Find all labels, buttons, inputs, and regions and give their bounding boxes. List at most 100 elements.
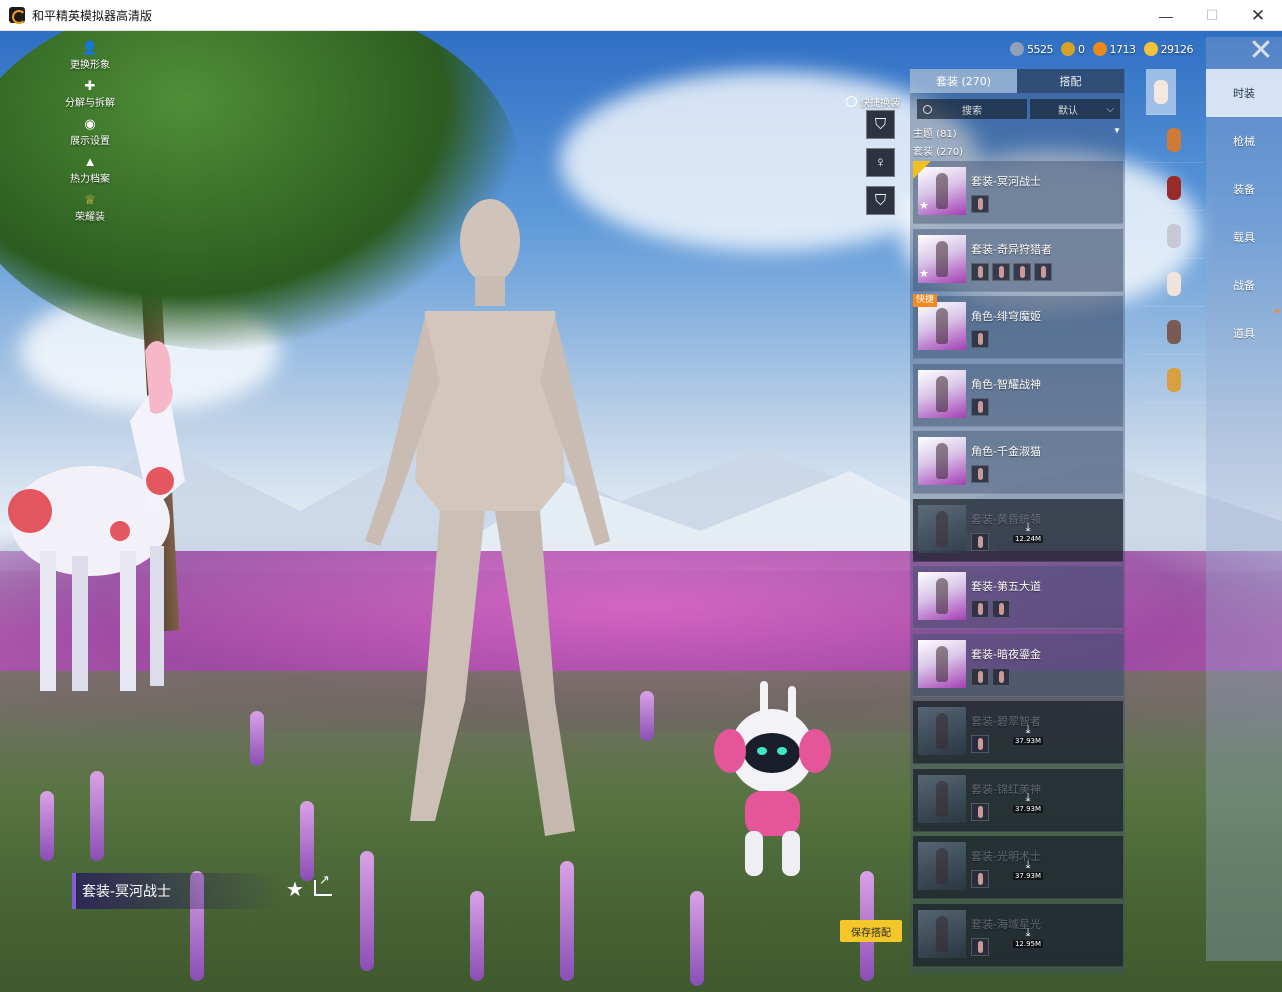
favorite-star-icon[interactable]: ★ [286,877,304,902]
outfit-parts [971,802,992,821]
slot-tab[interactable] [1143,357,1205,403]
outfit-list-item[interactable]: 套装-暗夜鎏金 [913,633,1123,697]
change-appearance-button[interactable]: 👤 更换形象 [58,37,122,75]
slot-tab[interactable] [1143,165,1205,211]
download-button[interactable]: ⤓ 12.24M [1008,522,1048,547]
flower [640,691,654,741]
outfit-list-item[interactable]: 套装-光明术士 ⤓ 37.93M [913,836,1123,899]
minimize-button[interactable]: — [1143,0,1189,31]
outfit-part-thumbnail [971,532,989,551]
category-firearms[interactable]: 枪械 [1206,117,1282,165]
expand-arrow-icon[interactable]: ▼ [1113,126,1121,135]
outfit-thumbnail [918,504,966,553]
outfit-list-item[interactable]: 套装-海域星光 ⤓ 12.95M [913,903,1123,967]
flower [40,791,54,861]
armor-slot-icon [1167,319,1181,344]
quick-outfit-slot-1[interactable]: ⛉ [866,110,895,139]
display-settings-button[interactable]: ◉ 展示设置 [58,113,122,151]
outfit-thumbnail [918,842,966,890]
flower [360,851,374,971]
current-outfit-tag: 套装-冥河战士 [72,873,282,909]
close-window-button[interactable]: ✕ [1235,0,1281,31]
quick-outfit-slot-3[interactable]: ⛉ [866,186,895,215]
outfit-list-item[interactable]: ★ 套装-奇异狩猎者 [913,228,1123,292]
outfit-list-item[interactable]: 套装-第五大道 [913,566,1123,629]
orange-token-icon [1092,42,1107,56]
helmet-slot-icon [1167,223,1181,248]
flower [250,711,264,766]
suit-slot-icon [1167,271,1181,296]
download-size: 37.93M [1012,804,1044,813]
tab-outfits[interactable]: 套装 (270) [910,69,1017,93]
outfit-list-item[interactable]: 角色-智耀战神 [913,363,1123,427]
outfit-part-thumbnail [971,397,989,416]
category-combat-prep[interactable]: 战备 [1206,261,1282,309]
outfit-name: 角色-绯穹魔姬 [971,310,1041,323]
category-fashion[interactable]: 时装 [1206,69,1282,117]
outfit-name: 角色-千金淑猫 [971,445,1041,458]
left-action-menu: 👤 更换形象 ✚ 分解与拆解 ◉ 展示设置 ▲ 热力档案 ♕ 荣耀装 [58,37,122,227]
menu-label: 更换形象 [70,60,110,71]
slot-tab[interactable] [1143,261,1205,307]
download-icon: ⤓ [1025,724,1031,736]
outfit-parts [971,465,992,483]
quick-outfit-slot-2[interactable]: ♀ [866,148,895,177]
category-props[interactable]: 道具 [1206,309,1282,357]
slot-tab[interactable] [1143,213,1205,259]
outfit-list-item[interactable]: 快捷 角色-绯穹魔姬 [913,294,1123,359]
glory-outfit-button[interactable]: ♕ 荣耀装 [58,189,122,227]
category-equipment[interactable]: 装备 [1206,165,1282,213]
outfit-list-item[interactable]: 角色-千金淑猫 [913,431,1123,494]
outfit-list-item[interactable]: 套装-黄昏统领 ⤓ 12.24M [913,498,1123,562]
outfit-list-item[interactable]: 套装-锦红美神 ⤓ 37.93M [913,768,1123,832]
slot-tab[interactable] [1143,309,1205,355]
download-icon: ⤓ [1025,926,1031,939]
outfit-part-thumbnail [992,600,1010,618]
unicorn-horse-model [8,341,185,691]
outfit-list-item[interactable]: ★ 套装-冥河战士 [913,161,1123,224]
quick-switch-label[interactable]: 快捷换装 [846,94,900,109]
share-icon[interactable] [314,872,332,896]
search-input[interactable]: 搜索 [917,99,1027,119]
slot-tab[interactable] [1143,117,1205,163]
slot-tab[interactable] [1146,69,1176,115]
currency-value: 0 [1078,42,1085,56]
maximize-button[interactable]: ☐ [1189,0,1235,31]
outfit-list-item[interactable]: 套装-碧翠智者 ⤓ 37.93M [913,701,1123,764]
download-icon: ⤓ [1025,791,1031,804]
search-placeholder: 搜索 [962,105,982,117]
download-size: 37.93M [1012,737,1044,745]
outfit-part-thumbnail [971,667,989,686]
download-button[interactable]: ⤓ 12.95M [1008,926,1048,952]
download-button[interactable]: ⤓ 37.93M [1008,725,1048,749]
currency-silver: 5525 [1010,42,1054,56]
flame-icon: ▲ [83,154,97,169]
download-button[interactable]: ⤓ 37.93M [1008,860,1048,884]
download-icon: ⤓ [1025,859,1031,871]
coupon-icon [1143,42,1158,56]
flower [560,861,574,981]
download-button[interactable]: ⤓ 37.93M [1008,791,1048,817]
category-vehicles[interactable]: 载具 [1206,213,1282,261]
currency-coupon: 29126 [1143,42,1194,56]
decompose-button[interactable]: ✚ 分解与拆解 [58,75,122,113]
currency-value: 29126 [1160,42,1194,56]
tab-combinations[interactable]: 搭配 [1017,69,1124,93]
outfit-name: 角色-智耀战神 [971,377,1041,391]
eye-icon: ◉ [84,116,96,131]
download-size: 12.24M [1012,534,1044,543]
currency-value: 5525 [1027,42,1054,56]
outfit-parts [971,262,1055,281]
outfit-part-thumbnail [971,195,989,213]
puzzle-icon: ✚ [84,78,96,93]
currency-bar: 5525 0 1713 29126 [1010,39,1201,59]
heat-archive-button[interactable]: ▲ 热力档案 [58,151,122,189]
menu-label: 展示设置 [70,136,110,147]
window-title: 和平精英模拟器高清版 [32,8,153,23]
outfit-part-thumbnail [971,330,989,348]
outfit-parts [971,397,992,416]
save-outfit-button[interactable]: 保存搭配 [840,920,902,942]
sort-dropdown[interactable]: 默认 ⌵ [1030,99,1120,119]
outfit-part-thumbnail [971,600,989,618]
theme-section-label[interactable]: 主题 (81) [913,125,957,140]
